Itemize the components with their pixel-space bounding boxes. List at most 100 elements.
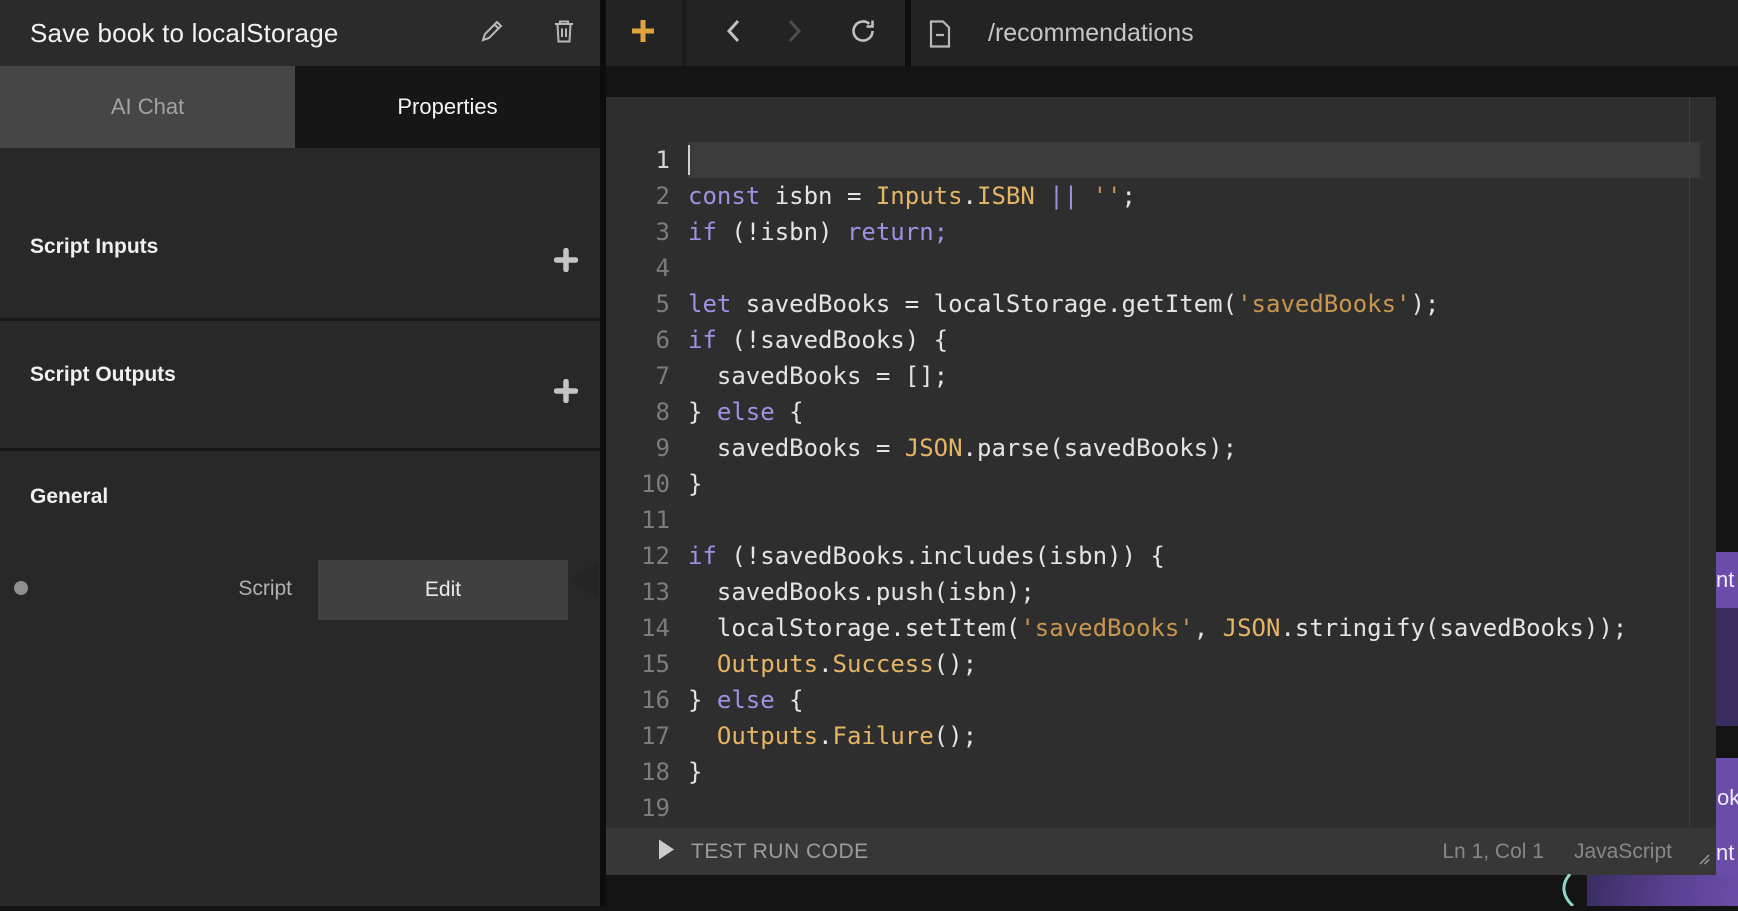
back-button[interactable] xyxy=(713,13,753,53)
line-number: 16 xyxy=(606,682,670,718)
resize-handle[interactable] xyxy=(1694,849,1711,871)
code-lines: 12 const isbn = Inputs.ISBN || '';3if (!i… xyxy=(606,97,1716,826)
script-binding-dot xyxy=(14,581,28,595)
code-area[interactable]: 12 const isbn = Inputs.ISBN || '';3if (!i… xyxy=(606,97,1716,828)
refresh-icon xyxy=(849,17,877,50)
code-text: if (!savedBooks.includes(isbn)) { xyxy=(688,538,1165,574)
line-number: 6 xyxy=(606,322,670,358)
code-text: let savedBooks = localStorage.getItem('s… xyxy=(688,286,1439,322)
trash-icon xyxy=(552,18,576,49)
line-number: 2 xyxy=(606,178,670,214)
code-line: 2 const isbn = Inputs.ISBN || ''; xyxy=(606,178,1716,214)
add-page-button[interactable] xyxy=(623,13,663,53)
test-run-code-label: TEST RUN CODE xyxy=(691,840,869,864)
line-number: 14 xyxy=(606,610,670,646)
code-line: 19 xyxy=(606,790,1716,826)
edit-script-button[interactable]: Edit xyxy=(318,560,568,620)
canvas-element-fragment[interactable]: ok nt xyxy=(1716,758,1738,875)
code-text: if (!isbn) return; xyxy=(688,214,948,250)
line-number: 9 xyxy=(606,430,670,466)
script-inputs-heading: Script Inputs xyxy=(30,234,158,260)
text-caret xyxy=(688,145,690,175)
code-line: 11 xyxy=(606,502,1716,538)
code-text: } xyxy=(688,754,702,790)
line-number: 17 xyxy=(606,718,670,754)
language-label: JavaScript xyxy=(1574,840,1672,864)
code-text: savedBooks.push(isbn); xyxy=(688,574,1035,610)
code-line: 10} xyxy=(606,466,1716,502)
editor-scroll-gutter xyxy=(1689,97,1690,828)
cursor-position: Ln 1, Col 1 xyxy=(1442,840,1544,864)
code-line: 8 } else { xyxy=(606,394,1716,430)
canvas-teal-curve xyxy=(1552,874,1592,911)
canvas-element-fragment[interactable]: nt xyxy=(1716,552,1738,608)
canvas-element-shadow xyxy=(1716,608,1738,726)
code-text: } else { xyxy=(688,682,804,718)
plus-icon xyxy=(554,379,578,408)
code-line: 3if (!isbn) return; xyxy=(606,214,1716,250)
top-nav-bar: /recommendations xyxy=(606,0,1738,66)
canvas-purple-area[interactable] xyxy=(1587,875,1738,906)
chevron-left-icon xyxy=(724,17,742,50)
line-number: 4 xyxy=(606,250,670,286)
canvas-fragment-label: nt xyxy=(1716,840,1734,866)
canvas-fragment-label: ok xyxy=(1717,785,1738,811)
code-line: 6 if (!savedBooks) { xyxy=(606,322,1716,358)
code-line: 5 let savedBooks = localStorage.getItem('… xyxy=(606,286,1716,322)
editor-popover-tail xyxy=(568,562,598,598)
page-path[interactable]: /recommendations xyxy=(988,0,1194,66)
code-line: 18} xyxy=(606,754,1716,790)
canvas-fragment-label: nt xyxy=(1716,567,1734,593)
delete-button[interactable] xyxy=(544,13,584,53)
nav-divider xyxy=(905,0,911,66)
plus-icon xyxy=(554,248,578,277)
section-divider xyxy=(0,448,600,451)
editor-footer: TEST RUN CODE Ln 1, Col 1 JavaScript xyxy=(606,828,1716,875)
chevron-right-icon xyxy=(786,17,804,50)
line-number: 7 xyxy=(606,358,670,394)
code-text: const isbn = Inputs.ISBN || ''; xyxy=(688,178,1136,214)
line-number: 5 xyxy=(606,286,670,322)
active-line-highlight xyxy=(688,142,1700,178)
properties-panel: Save book to localStorage AI Chat Proper… xyxy=(0,0,600,906)
add-script-input-button[interactable] xyxy=(548,244,584,280)
code-line: 12if (!savedBooks.includes(isbn)) { xyxy=(606,538,1716,574)
line-number: 11 xyxy=(606,502,670,538)
plus-icon xyxy=(629,17,657,50)
code-line: 15 Outputs.Success(); xyxy=(606,646,1716,682)
line-number: 19 xyxy=(606,790,670,826)
refresh-button[interactable] xyxy=(843,13,883,53)
code-line: 16 } else { xyxy=(606,682,1716,718)
play-icon xyxy=(658,839,675,865)
code-text: } xyxy=(688,466,702,502)
add-script-output-button[interactable] xyxy=(548,375,584,411)
line-number: 15 xyxy=(606,646,670,682)
code-text: } else { xyxy=(688,394,804,430)
code-text: localStorage.setItem('savedBooks', JSON.… xyxy=(688,610,1627,646)
nav-divider xyxy=(682,0,687,66)
code-editor-panel: 12 const isbn = Inputs.ISBN || '';3if (!i… xyxy=(606,97,1716,875)
code-line: 7 savedBooks = []; xyxy=(606,358,1716,394)
section-divider xyxy=(0,318,600,321)
code-line: 4 xyxy=(606,250,1716,286)
line-number: 13 xyxy=(606,574,670,610)
tab-ai-chat[interactable]: AI Chat xyxy=(0,66,295,148)
panel-tabs: AI Chat Properties xyxy=(0,66,600,148)
rename-button[interactable] xyxy=(472,13,512,53)
editor-region: /recommendations 12 const isbn = Inputs.I… xyxy=(606,0,1738,906)
pencil-icon xyxy=(479,18,505,49)
code-line: 17 Outputs.Failure(); xyxy=(606,718,1716,754)
forward-button[interactable] xyxy=(775,13,815,53)
line-number: 1 xyxy=(606,142,670,178)
code-text: savedBooks = JSON.parse(savedBooks); xyxy=(688,430,1237,466)
tab-properties[interactable]: Properties xyxy=(295,66,600,148)
test-run-code-button[interactable]: TEST RUN CODE xyxy=(658,839,869,865)
code-text: Outputs.Success(); xyxy=(688,646,977,682)
line-number: 8 xyxy=(606,394,670,430)
workflow-title: Save book to localStorage xyxy=(30,0,339,66)
line-number: 18 xyxy=(606,754,670,790)
code-line: 14 localStorage.setItem('savedBooks', JS… xyxy=(606,610,1716,646)
code-text: Outputs.Failure(); xyxy=(688,718,977,754)
code-text: if (!savedBooks) { xyxy=(688,322,948,358)
code-text: savedBooks = []; xyxy=(688,358,948,394)
